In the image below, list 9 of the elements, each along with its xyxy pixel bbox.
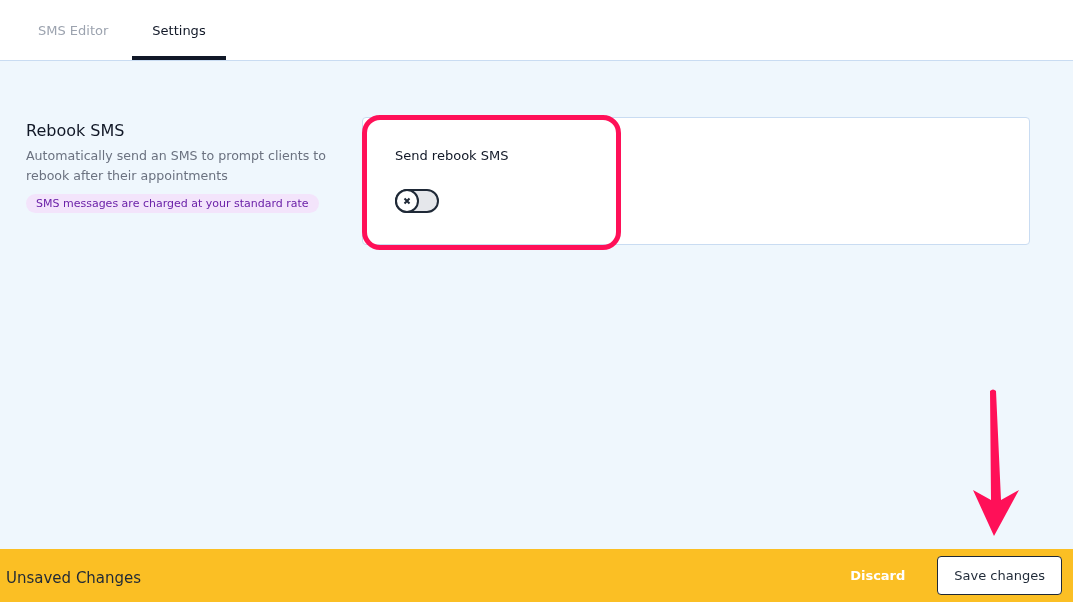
section-description: Automatically send an SMS to prompt clients to rebook after their appointments	[26, 147, 327, 185]
section-title: Rebook SMS	[26, 121, 125, 140]
save-button[interactable]: Save changes	[937, 556, 1062, 595]
unsaved-message: Unsaved Changes	[6, 568, 143, 587]
toggle-switch[interactable]	[395, 189, 439, 213]
pricing-note: SMS messages are charged at your standard rate	[26, 194, 319, 213]
close-icon	[403, 197, 411, 205]
setting-label: Send rebook SMS	[395, 148, 510, 163]
tab[interactable]: Settings	[132, 4, 226, 60]
